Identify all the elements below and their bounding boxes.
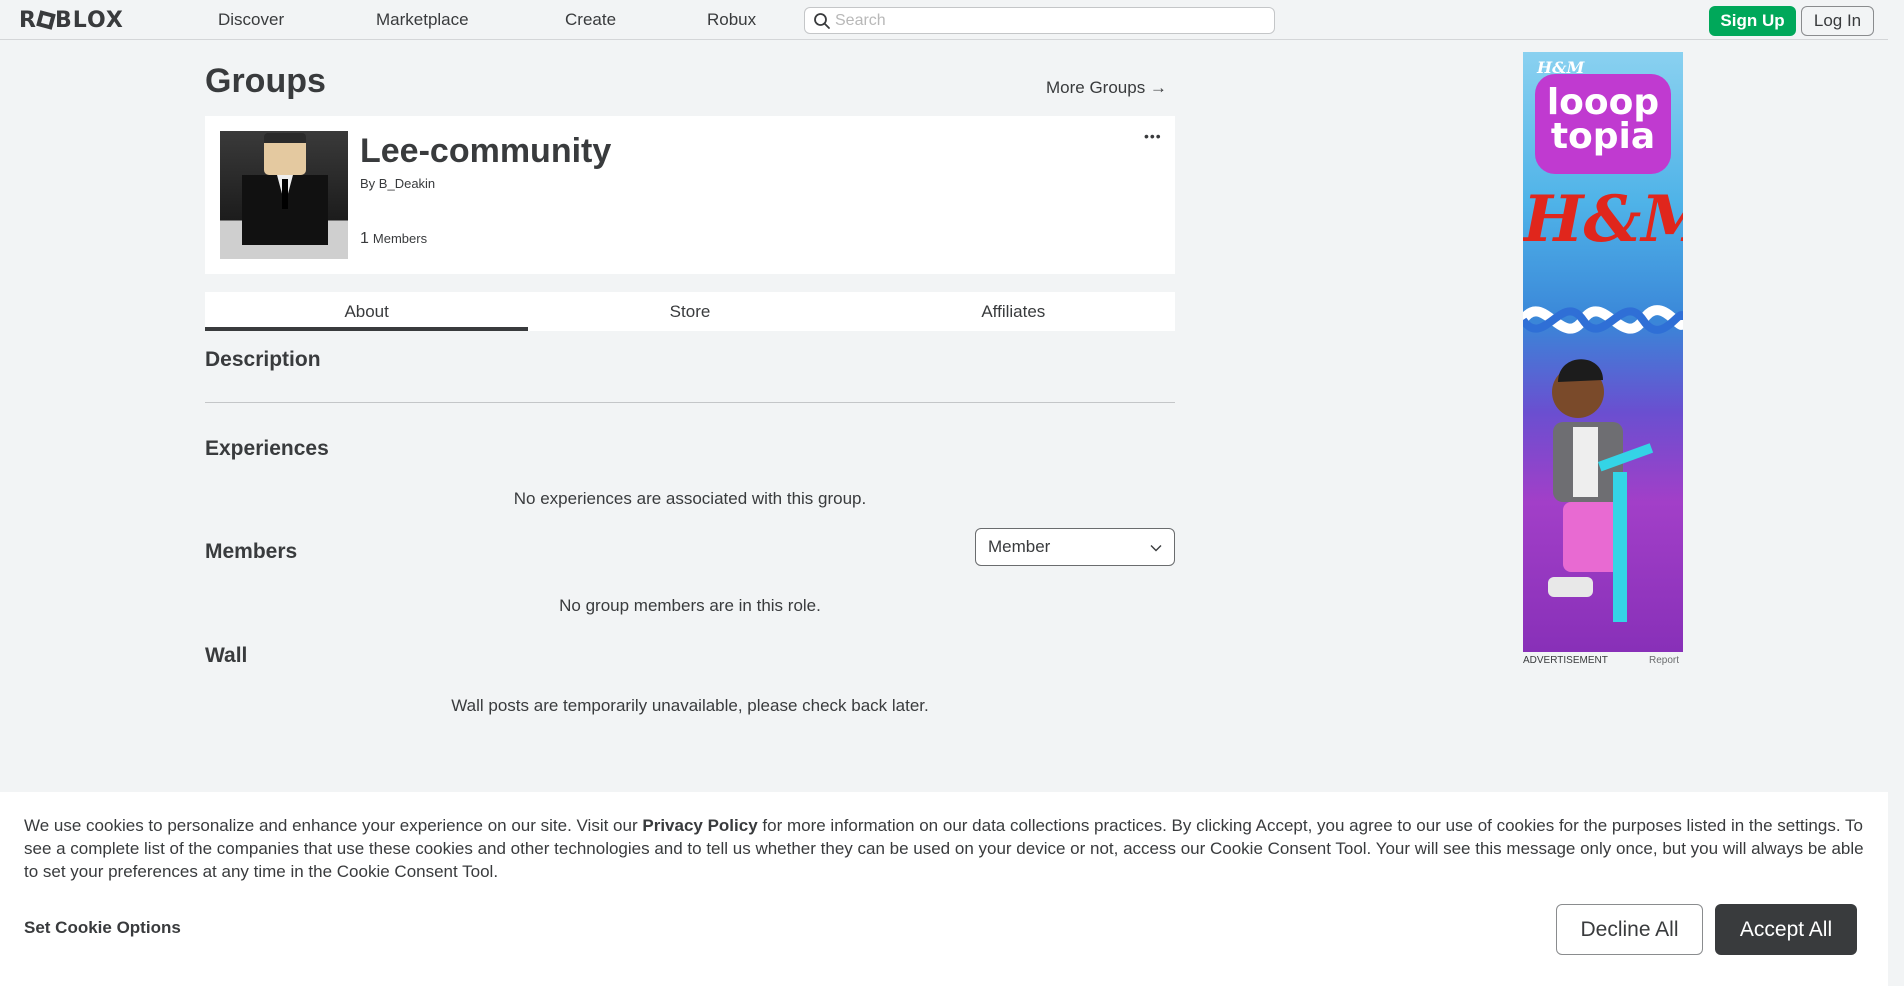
advertisement-banner[interactable]: H&M looop topia H&M: [1523, 52, 1683, 652]
more-options-icon[interactable]: •••: [1144, 128, 1162, 144]
cookie-consent-banner: We use cookies to personalize and enhanc…: [0, 792, 1888, 986]
sign-up-button[interactable]: Sign Up: [1709, 6, 1796, 36]
members-empty-message: No group members are in this role.: [559, 596, 821, 615]
search-icon: [809, 8, 835, 34]
ad-character-graphic: [1548, 359, 1653, 622]
set-cookie-options-link[interactable]: Set Cookie Options: [24, 918, 181, 938]
group-name: Lee-community: [360, 132, 612, 170]
group-owner-line: By B_Deakin: [360, 176, 435, 191]
log-in-button[interactable]: Log In: [1801, 6, 1874, 36]
decline-all-button[interactable]: Decline All: [1556, 904, 1703, 955]
privacy-policy-link[interactable]: Privacy Policy: [642, 816, 757, 835]
ad-loop-line2: topia: [1550, 116, 1656, 157]
search-input[interactable]: [835, 11, 1274, 30]
nav-link-marketplace[interactable]: Marketplace: [376, 10, 469, 30]
section-divider: [205, 402, 1175, 403]
group-owner-link[interactable]: B_Deakin: [379, 176, 435, 191]
top-navigation-bar: R BLOX Discover Marketplace Create Robux …: [0, 0, 1888, 40]
member-count-value: 1: [360, 230, 369, 247]
tab-affiliates[interactable]: Affiliates: [852, 292, 1175, 331]
wall-heading: Wall: [205, 644, 248, 667]
nav-link-discover[interactable]: Discover: [218, 10, 284, 30]
role-select-value: Member: [988, 537, 1051, 556]
advertisement-label: ADVERTISEMENT: [1523, 655, 1608, 666]
group-member-count: 1 Members: [360, 230, 427, 248]
page-scrollbar[interactable]: [1888, 0, 1904, 986]
ad-loooptopia-logo: looop topia: [1535, 74, 1671, 174]
chevron-down-icon: [1150, 537, 1162, 557]
nav-link-create[interactable]: Create: [565, 10, 616, 30]
accept-all-button[interactable]: Accept All: [1715, 904, 1857, 955]
role-select-dropdown[interactable]: Member: [975, 528, 1175, 566]
search-box[interactable]: [804, 7, 1275, 34]
experiences-empty-message: No experiences are associated with this …: [513, 489, 867, 508]
wall-empty-message: Wall posts are temporarily unavailable, …: [451, 696, 929, 715]
members-heading: Members: [205, 540, 298, 563]
page-title: Groups: [205, 62, 326, 100]
description-heading: Description: [205, 348, 321, 371]
group-emblem-image: [220, 131, 348, 259]
roblox-logo[interactable]: R BLOX: [19, 8, 124, 33]
group-by-label: By: [360, 176, 376, 191]
ad-report-link[interactable]: Report: [1649, 655, 1679, 666]
nav-link-robux[interactable]: Robux: [707, 10, 756, 30]
cookie-text-part: We use cookies to personalize and enhanc…: [24, 816, 643, 835]
group-tabs: About Store Affiliates: [205, 292, 1175, 331]
more-groups-link[interactable]: More Groups →: [1046, 78, 1167, 98]
cookie-message: We use cookies to personalize and enhanc…: [24, 814, 1874, 883]
tab-about[interactable]: About: [205, 292, 529, 331]
experiences-heading: Experiences: [205, 437, 329, 460]
ad-loop-line1: looop: [1546, 82, 1660, 123]
group-header-card: Lee-community By B_Deakin 1 Members •••: [205, 116, 1175, 274]
member-count-label: Members: [372, 231, 428, 246]
ad-brand-big: H&M: [1523, 182, 1683, 257]
tab-store[interactable]: Store: [528, 292, 851, 331]
